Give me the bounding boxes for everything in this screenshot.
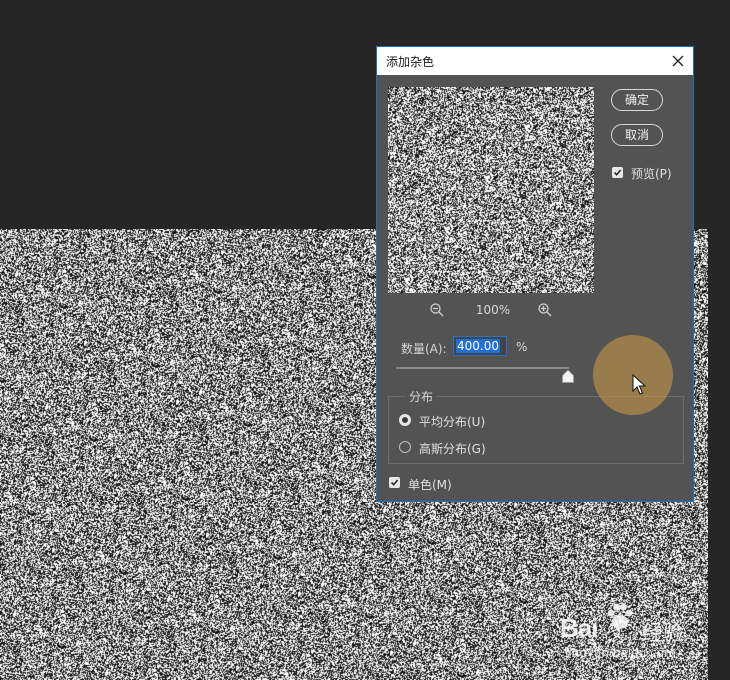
monochrome-checkbox[interactable] [389,477,400,488]
cancel-button[interactable]: 取消 [611,124,663,146]
amount-unit: % [516,340,528,354]
amount-slider-track[interactable] [396,367,569,369]
monochrome-label[interactable]: 单色(M) [408,476,452,493]
add-noise-dialog: 添加杂色 100% 确定 取消 预览(P) 数量(A): 400.00 % 分布… [376,46,694,502]
gaussian-label[interactable]: 高斯分布(G) [419,440,486,457]
zoom-out-icon [430,303,444,317]
amount-input[interactable]: 400.00 [453,336,507,356]
distribution-legend: 分布 [405,388,438,405]
checkmark-icon [390,479,399,486]
watermark-url: jingyan.baidu.com [565,646,676,660]
dialog-title: 添加杂色 [386,55,435,69]
checkmark-icon [613,169,622,176]
mouse-pointer-icon [632,373,647,395]
dialog-titlebar[interactable]: 添加杂色 [377,47,693,75]
mouse-cursor [632,373,647,396]
slider-thumb-icon [562,369,574,383]
amount-label: 数量(A): [401,342,447,356]
paw-icon [605,602,635,632]
watermark-logo: Bai [560,613,598,643]
zoom-in-icon [538,303,552,317]
close-button[interactable] [663,47,693,75]
zoom-level: 100% [475,303,511,317]
uniform-label[interactable]: 平均分布(U) [419,413,485,430]
gaussian-radio[interactable] [399,441,411,453]
uniform-radio[interactable] [399,414,411,426]
watermark-jingyan: 经验 [642,621,684,645]
close-icon [672,55,684,67]
zoom-out-button[interactable] [429,302,445,318]
preview-label[interactable]: 预览(P) [631,165,672,182]
amount-slider-thumb[interactable] [562,368,574,383]
ok-button[interactable]: 确定 [611,89,663,111]
noise-preview[interactable] [388,87,594,293]
amount-value-selected: 400.00 [456,339,500,353]
preview-checkbox[interactable] [612,167,623,178]
zoom-in-button[interactable] [537,302,553,318]
